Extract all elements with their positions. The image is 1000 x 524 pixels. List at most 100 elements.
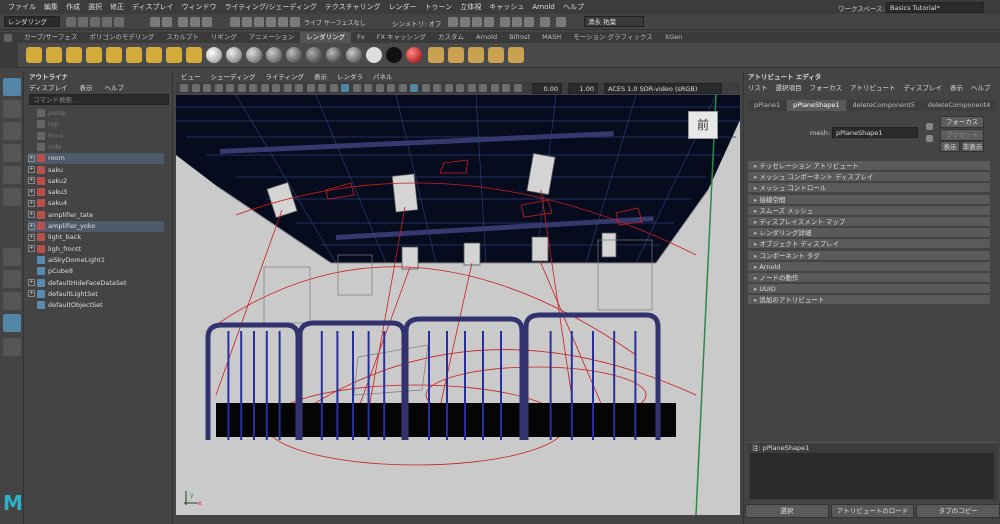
viewport-tool-icon[interactable] [272, 84, 280, 92]
viewport-menu-item[interactable]: ライティング [266, 72, 304, 82]
viewport-tool-icon[interactable] [513, 84, 522, 92]
attribute-section[interactable]: メッシュ コンポーネント ディスプレイ [748, 172, 990, 183]
gear-icon[interactable] [4, 34, 12, 42]
viewport-tool-icon[interactable] [214, 84, 223, 92]
save-scene-icon[interactable] [90, 17, 100, 27]
menu-item[interactable]: ライティング/シェーディング [225, 2, 317, 12]
snap-point-icon[interactable] [254, 17, 264, 27]
render-settings-icon[interactable] [472, 17, 482, 27]
viewport-tool-icon[interactable] [191, 84, 200, 92]
attribute-bottom-button[interactable]: タブのコピー [916, 504, 1000, 518]
viewport-tool-icon[interactable] [283, 84, 292, 92]
snap-grid-icon[interactable] [230, 17, 240, 27]
menu-item[interactable]: Arnold [532, 3, 555, 11]
surface-sphere-icon[interactable] [346, 47, 362, 63]
attribute-tab[interactable]: deleteComponent4 [921, 100, 997, 111]
outliner-item[interactable]: aiSkyDomeLight1 [28, 255, 164, 266]
ramp-sphere-icon[interactable] [326, 47, 342, 63]
outliner-item[interactable]: defaultObjectSet [28, 300, 164, 311]
blinn-sphere-icon[interactable] [206, 47, 222, 63]
shelf-tab[interactable]: FX キャッシング [371, 32, 432, 43]
viewport-tool-icon[interactable] [410, 84, 418, 92]
shelf-tab[interactable]: スカルプト [160, 32, 205, 43]
snap-curve-icon[interactable] [242, 17, 252, 27]
shelf-tab[interactable]: MASH [536, 32, 567, 43]
exposure-field[interactable]: 1.00 [568, 83, 598, 94]
area-light-icon[interactable] [166, 47, 182, 63]
menu-item[interactable]: キャッシュ [489, 2, 524, 12]
phong-sphere-icon[interactable] [246, 47, 262, 63]
menu-item[interactable]: ヘルプ [563, 2, 584, 12]
expand-icon[interactable]: + [28, 245, 35, 253]
outliner-item[interactable]: top [28, 119, 164, 130]
rotate-tool-icon[interactable] [3, 166, 21, 184]
expand-icon[interactable]: + [28, 233, 35, 241]
viewport-tool-icon[interactable] [467, 84, 476, 92]
attribute-section[interactable]: UUID [748, 284, 990, 295]
paint-select-icon[interactable] [3, 122, 21, 140]
outliner-item[interactable]: + amplifier_yoko [28, 221, 164, 232]
shelf-tab[interactable]: XGen [659, 32, 689, 43]
ipr-icon[interactable] [448, 47, 464, 63]
attribute-menu-item[interactable]: 選択項目 [776, 82, 802, 92]
shelf-tab[interactable]: レンダリング [300, 32, 352, 43]
lambert-sphere-icon[interactable] [226, 47, 242, 63]
arnold-ipr-icon[interactable] [524, 17, 534, 27]
viewport-tool-icon[interactable] [364, 84, 372, 92]
expand-icon[interactable]: + [28, 222, 35, 230]
snap-surface-icon[interactable] [278, 17, 288, 27]
viewport-tool-icon[interactable] [375, 84, 384, 92]
attribute-menu-item[interactable]: フォーカス [810, 82, 843, 92]
viewport-menu-item[interactable]: レンダラ [337, 72, 363, 82]
notes-area[interactable]: 注: pPlaneShape1 [748, 442, 998, 500]
outliner-layout-icon[interactable] [3, 314, 21, 332]
expand-icon[interactable]: + [28, 199, 35, 207]
attribute-tab[interactable]: pPlane1 [748, 100, 787, 111]
viewport-tool-icon[interactable] [433, 84, 441, 92]
focus-node-icon[interactable] [926, 123, 933, 130]
attribute-section[interactable]: ディスプレイスメント マップ [748, 217, 990, 227]
viewport-tool-icon[interactable] [295, 84, 303, 92]
live-surface-label[interactable]: ライブ サーフェスなし [304, 18, 366, 27]
menu-item[interactable]: 立体視 [460, 2, 481, 12]
viewport-3d[interactable]: y x 前 [176, 95, 740, 515]
viewport-menu-item[interactable]: 表示 [314, 72, 327, 82]
camera-aim-up-icon[interactable] [66, 47, 82, 63]
outliner-item[interactable]: + saku2 [28, 176, 164, 187]
attribute-section[interactable]: テッセレーション アトリビュート [748, 161, 990, 171]
viewport-menu-item[interactable]: シェーディング [211, 72, 256, 82]
outliner-item[interactable]: + saku3 [28, 187, 164, 198]
viewport-tool-icon[interactable] [260, 84, 269, 92]
attribute-section[interactable]: スムーズ メッシュ [748, 205, 990, 216]
camera-icon[interactable] [26, 47, 42, 63]
shelf-tab[interactable]: Bifrost [503, 32, 536, 43]
viewport-tool-icon[interactable] [318, 84, 326, 92]
viewport-tool-icon[interactable] [341, 84, 349, 92]
render-settings-icon[interactable] [468, 47, 484, 63]
four-pane-icon[interactable] [3, 270, 21, 288]
outliner-item[interactable]: pCube8 [28, 266, 164, 277]
focus-button[interactable]: フォーカス [940, 116, 984, 128]
outliner-item[interactable]: side [28, 142, 164, 153]
menu-item[interactable]: 作成 [66, 2, 80, 12]
black-sphere-icon[interactable] [386, 47, 402, 63]
target-icon[interactable] [508, 47, 524, 63]
expand-icon[interactable]: + [28, 211, 35, 219]
expand-icon[interactable]: + [28, 290, 35, 298]
hypershade-icon[interactable] [484, 17, 494, 27]
select-tool-icon[interactable] [3, 78, 21, 96]
outliner-item[interactable]: + light_back [28, 232, 164, 243]
redo-icon[interactable] [114, 17, 124, 27]
shelf-tab[interactable]: Fx [351, 32, 371, 43]
viewport-tool-icon[interactable] [306, 84, 315, 92]
layered-sphere-icon[interactable] [306, 47, 322, 63]
attribute-menu-item[interactable]: アトリビュート [850, 82, 896, 92]
viewport-menu-item[interactable]: パネル [373, 72, 393, 82]
point-light-icon[interactable] [126, 47, 142, 63]
colorspace-dropdown[interactable]: ACES 1.0 SDR-video (sRGB) [604, 83, 722, 94]
attribute-menu-item[interactable]: ヘルプ [971, 82, 991, 92]
hide-button[interactable]: 非表示 [961, 141, 984, 152]
outliner-item[interactable]: + defaultLightSet [28, 289, 164, 300]
menu-item[interactable]: レンダー [389, 2, 417, 12]
ambient-light-icon[interactable] [86, 47, 102, 63]
